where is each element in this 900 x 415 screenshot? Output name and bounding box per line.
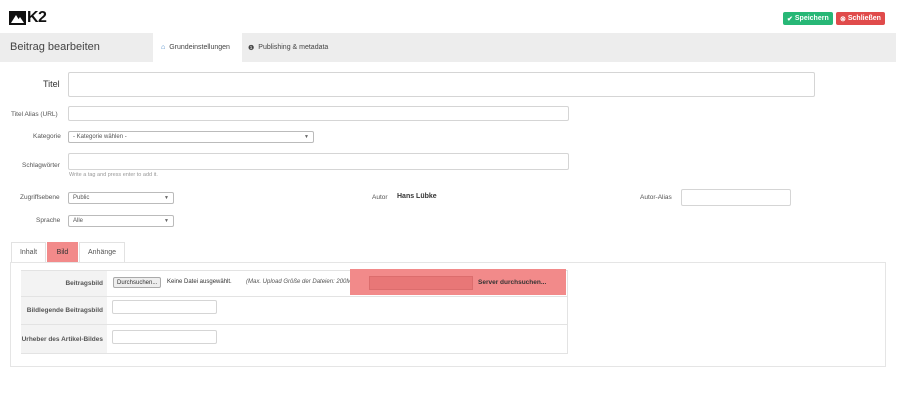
author-alias-input[interactable] xyxy=(681,189,791,206)
author-name: Hans Lübke xyxy=(397,193,437,200)
access-label: Zugriffsebene xyxy=(20,194,60,201)
browse-file-button[interactable]: Durchsuchen... xyxy=(113,277,162,288)
chevron-down-icon: ▼ xyxy=(164,218,169,224)
page-title: Beitrag bearbeiten xyxy=(10,41,100,53)
author-label: Autor xyxy=(372,194,388,201)
tab-basic-settings[interactable]: ⌂ Grundeinstellungen xyxy=(153,33,242,62)
home-icon: ⌂ xyxy=(161,44,166,51)
author-alias-label: Autor-Alias xyxy=(640,194,672,201)
info-circle-icon: ❶ xyxy=(248,44,255,52)
no-file-text: Keine Datei ausgewählt. xyxy=(167,279,232,285)
tab-image[interactable]: Bild xyxy=(47,242,78,262)
image-label: Beitragsbild xyxy=(21,271,107,296)
category-select[interactable]: - Kategorie wählen - ▼ xyxy=(68,131,314,143)
close-circle-icon: ⊗ xyxy=(840,15,846,23)
close-button[interactable]: ⊗ Schließen xyxy=(836,12,885,25)
access-select[interactable]: Public ▼ xyxy=(68,192,174,204)
language-select-value: Alle xyxy=(73,218,84,224)
tab-publishing-metadata[interactable]: ❶ Publishing & metadata xyxy=(248,33,328,62)
tab-basic-settings-label: Grundeinstellungen xyxy=(169,44,230,51)
chevron-down-icon: ▼ xyxy=(304,134,309,140)
tags-help-text: Write a tag and press enter to add it. xyxy=(69,172,158,178)
category-select-value: - Kategorie wählen - xyxy=(73,134,127,140)
tab-attachments[interactable]: Anhänge xyxy=(79,242,125,262)
server-image-path-input[interactable] xyxy=(369,276,473,290)
top-toolbar: K2 ✔ Speichern ⊗ Schließen xyxy=(0,0,900,33)
browse-server-button[interactable]: Server durchsuchen... xyxy=(478,279,546,286)
credits-label: Urheber des Artikel-Bildes xyxy=(21,325,107,353)
caption-label: Bildlegende Beitragsbild xyxy=(21,297,107,324)
caption-input[interactable] xyxy=(112,300,217,314)
upload-size-hint: (Max. Upload Größe der Dateien: 200M) od… xyxy=(246,279,368,285)
save-button[interactable]: ✔ Speichern xyxy=(783,12,833,25)
language-label: Sprache xyxy=(36,217,61,224)
alias-input[interactable] xyxy=(68,106,569,121)
category-label: Kategorie xyxy=(33,133,61,140)
tab-content[interactable]: Inhalt xyxy=(11,242,46,262)
tab-publishing-metadata-label: Publishing & metadata xyxy=(258,44,329,51)
check-icon: ✔ xyxy=(787,15,793,23)
title-input[interactable] xyxy=(68,72,815,97)
close-button-label: Schließen xyxy=(847,15,881,22)
header-bar: Beitrag bearbeiten ⌂ Grundeinstellungen … xyxy=(0,33,896,62)
tags-input[interactable] xyxy=(68,153,569,170)
alias-label: Titel Alias (URL) xyxy=(11,111,58,118)
chevron-down-icon: ▼ xyxy=(164,195,169,201)
language-select[interactable]: Alle ▼ xyxy=(68,215,174,227)
logo-text: K2 xyxy=(27,9,47,26)
mountain-logo-icon xyxy=(9,11,26,25)
title-label: Titel xyxy=(43,79,60,89)
save-button-label: Speichern xyxy=(794,15,829,22)
k2-logo: K2 xyxy=(9,9,47,27)
access-select-value: Public xyxy=(73,195,90,201)
tags-label: Schlagwörter xyxy=(22,162,60,169)
credits-input[interactable] xyxy=(112,330,217,344)
